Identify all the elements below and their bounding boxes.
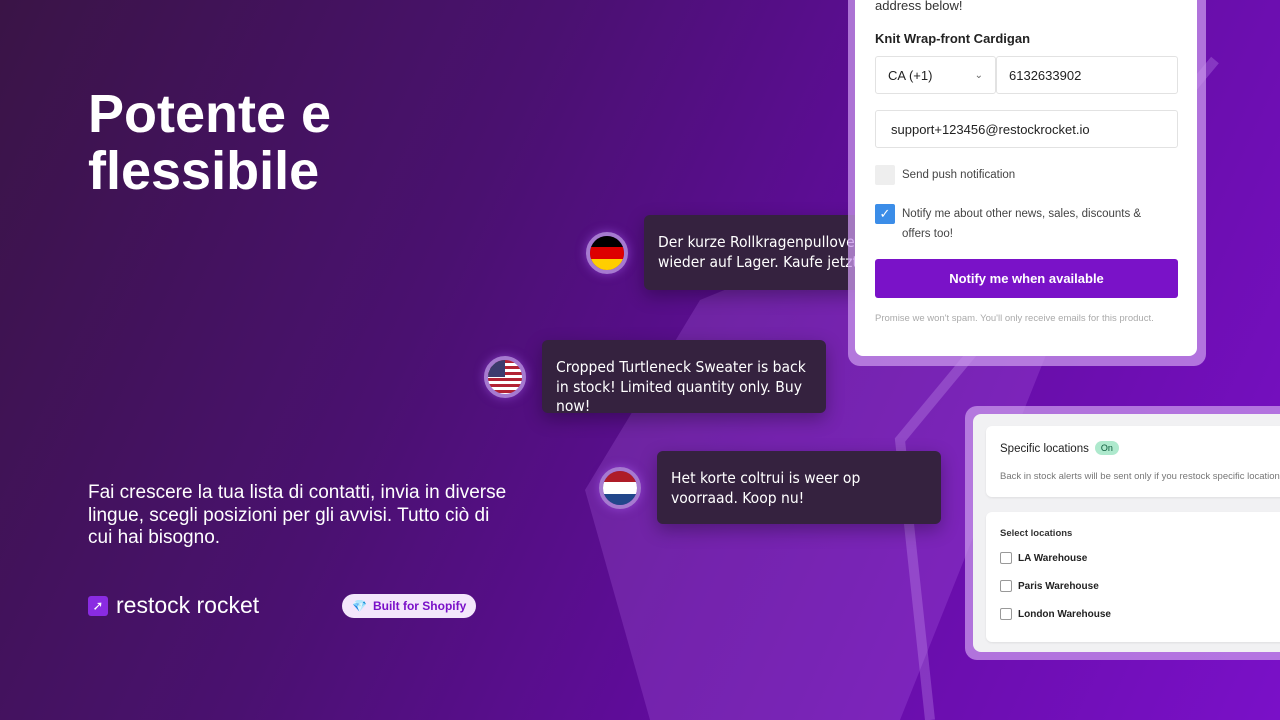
usa-flag-icon (484, 356, 526, 398)
location-option[interactable]: Paris Warehouse (1000, 580, 1099, 592)
locations-description: Back in stock alerts will be sent only i… (1000, 471, 1280, 482)
rocket-icon: ➚ (88, 595, 108, 616)
built-for-shopify-badge: 💎 Built for Shopify (342, 594, 477, 618)
marketing-label: Notify me about other news, sales, disco… (902, 208, 1142, 240)
netherlands-flag-icon (599, 467, 641, 509)
form-intro: address below! (875, 0, 963, 13)
no-spam-note: Promise we won't spam. You'll only recei… (875, 313, 1154, 324)
brand-logo: ➚ restock rocket (88, 592, 259, 619)
country-code-select[interactable]: CA (+1) ⌄ (875, 56, 996, 94)
page-title: Potente e flessibile (88, 84, 332, 201)
specific-locations-card: Specific locations On Back in stock alert… (986, 426, 1280, 497)
phone-input[interactable]: 6132633902 (996, 56, 1178, 94)
product-title: Knit Wrap-front Cardigan (875, 31, 1031, 46)
germany-flag-icon (586, 232, 628, 274)
checkbox[interactable] (1000, 608, 1012, 620)
location-option[interactable]: LA Warehouse (1000, 552, 1087, 564)
push-notification-checkbox[interactable] (875, 165, 895, 185)
notification-dutch: Het korte coltrui is weer op voorraad. K… (657, 451, 941, 524)
status-badge: On (1094, 441, 1119, 455)
diamond-icon: 💎 (352, 599, 367, 613)
locations-panel: Specific locations On Back in stock alert… (965, 406, 1280, 660)
location-option[interactable]: London Warehouse (1000, 608, 1111, 620)
select-locations-card: Select locations LA Warehouse Paris Ware… (986, 512, 1280, 642)
checkbox[interactable] (1000, 552, 1012, 564)
subtitle: Fai crescere la tua lista di contatti, i… (88, 482, 507, 548)
email-input[interactable]: support+123456@restockrocket.io (875, 110, 1178, 148)
marketing-checkbox[interactable]: ✓ (875, 204, 895, 224)
restock-form-panel: address below! Knit Wrap-front Cardigan … (848, 0, 1206, 366)
chevron-down-icon: ⌄ (974, 69, 983, 81)
checkbox[interactable] (1000, 580, 1012, 592)
locations-title: Specific locations (1000, 443, 1089, 455)
push-notification-label: Send push notification (902, 169, 1016, 181)
notify-button[interactable]: Notify me when available (875, 259, 1178, 298)
notification-english: Cropped Turtleneck Sweater is back in st… (542, 340, 826, 415)
select-locations-label: Select locations (1000, 528, 1073, 539)
